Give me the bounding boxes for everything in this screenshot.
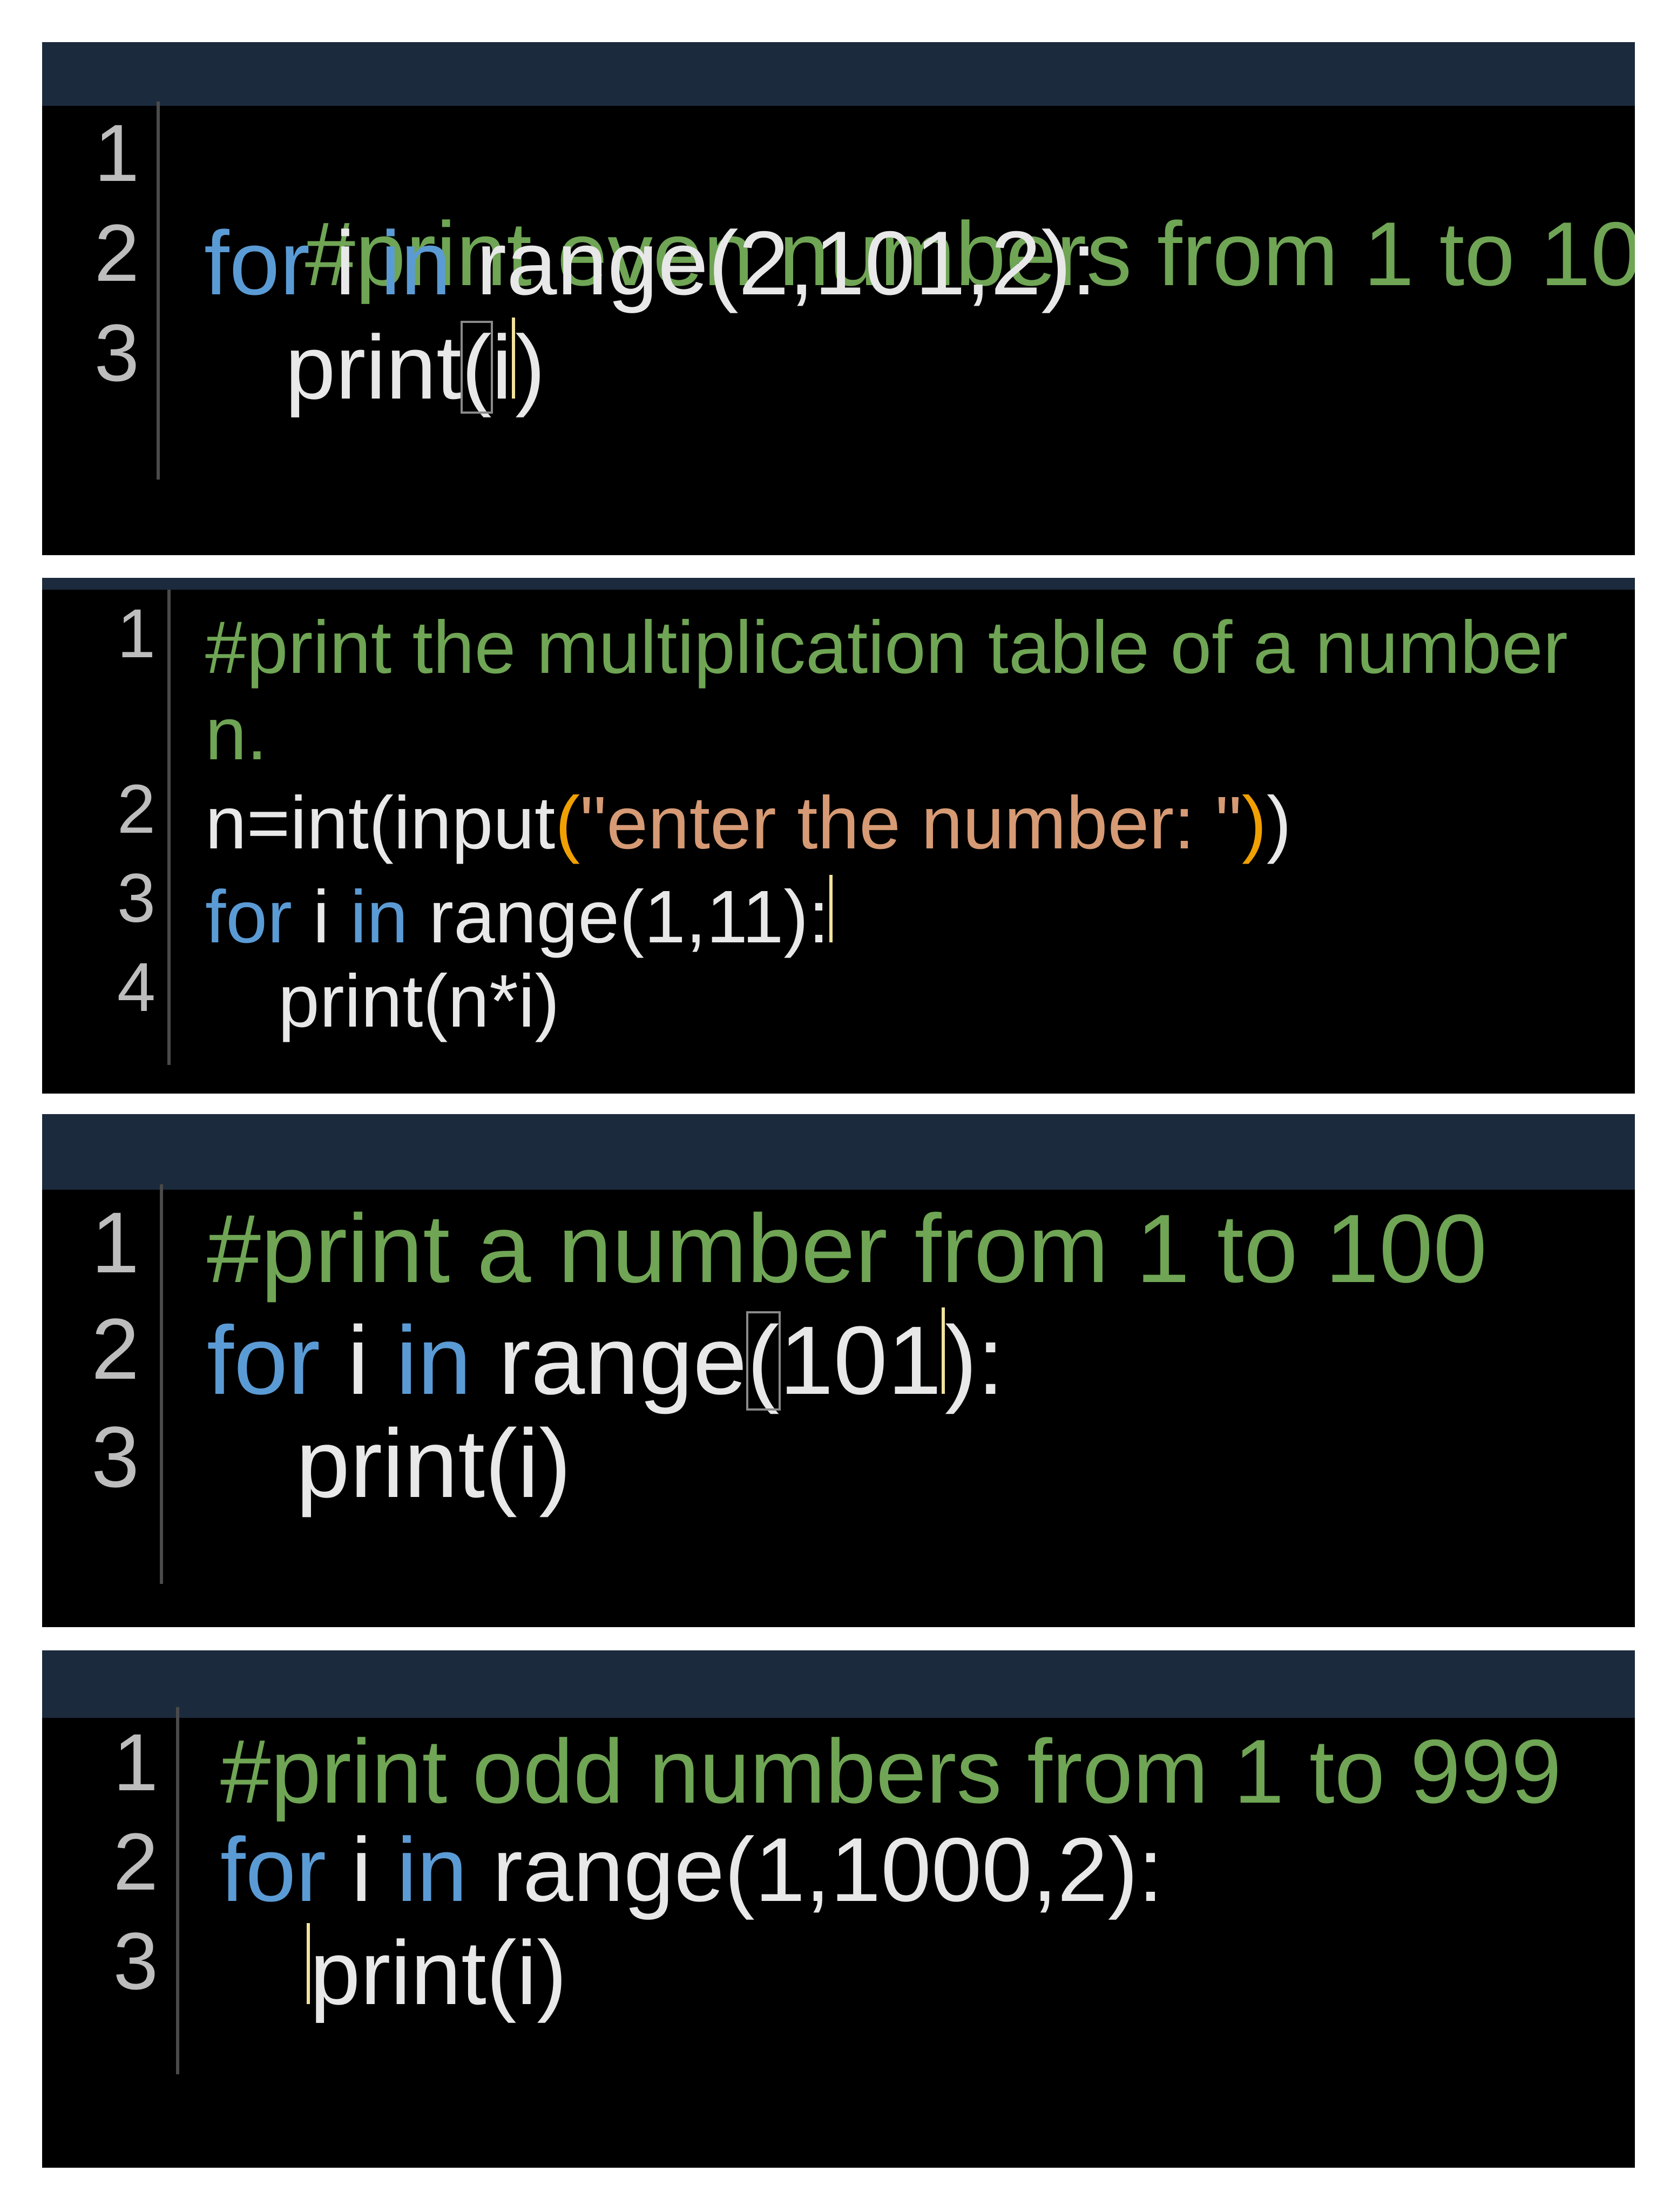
range-call-text: range [471, 1306, 747, 1415]
code-line-2[interactable]: for i in range(2,101,2): [204, 218, 1097, 308]
print-call-text: print(i) [310, 1922, 567, 2024]
line-number: 3 [113, 1916, 158, 2006]
gutter-divider [176, 1707, 179, 2074]
keyword-for: for [204, 212, 310, 314]
comment-text: #print a number from 1 to 100 [207, 1195, 1487, 1303]
editor-top-bar [42, 578, 1635, 590]
assignment-text: n=int(input [205, 781, 556, 865]
range-call-text: range(1,11): [408, 875, 829, 959]
line-number: 1 [117, 595, 155, 672]
code-line-2[interactable]: for i in range(101): [207, 1306, 1004, 1415]
line-number: 1 [94, 107, 139, 198]
code-line-3[interactable]: print(i) [307, 1923, 567, 2018]
variable-text: i [310, 212, 381, 314]
keyword-for: for [207, 1306, 321, 1415]
editor-top-bar [42, 1650, 1635, 1718]
line-number: 2 [113, 1816, 158, 1907]
line-number: 2 [117, 771, 155, 848]
code-line-3[interactable]: print(i) [296, 1415, 571, 1513]
print-call-text: print(i) [296, 1410, 572, 1518]
range-call-text: range(1,1000,2): [467, 1819, 1164, 1920]
comment-text-wrap: n. [205, 692, 268, 775]
code-editor-panel-4: 1 2 3 #print odd numbers from 1 to 999 f… [42, 1650, 1635, 2168]
highlighted-paren: ( [555, 781, 580, 865]
gutter-divider [167, 590, 171, 1065]
line-number: 1 [113, 1717, 158, 1808]
code-line-1-wrap[interactable]: n. [205, 697, 267, 771]
print-call-text: print [285, 316, 462, 418]
code-line-2[interactable]: for i in range(1,1000,2): [220, 1824, 1163, 1915]
line-number: 2 [91, 1300, 139, 1397]
line-number: 1 [91, 1194, 139, 1291]
closing-paren: ) [1266, 781, 1291, 865]
closing-paren: ) [515, 316, 546, 418]
variable-text: i [292, 875, 350, 959]
keyword-in: in [350, 875, 408, 959]
line-number: 2 [94, 207, 139, 298]
code-line-1[interactable]: #print the multiplication table of a num… [205, 610, 1568, 685]
comment-text: #print odd numbers from 1 to 999 [220, 1721, 1562, 1822]
argument-text: i [491, 316, 512, 418]
closing-paren: ): [944, 1306, 1004, 1415]
comment-text: #print the multiplication table of a num… [205, 606, 1568, 689]
line-number: 4 [117, 949, 155, 1026]
line-number: 3 [117, 860, 155, 937]
code-line-3[interactable]: for i in range(1,11): [205, 875, 833, 954]
code-line-1[interactable]: #print odd numbers from 1 to 999 [220, 1726, 1561, 1817]
code-editor-panel-2: 1 2 3 4 #print the multiplication table … [42, 578, 1635, 1094]
matched-bracket-highlight: ( [746, 1306, 781, 1415]
code-editor-panel-1: 1 2 3 #print even numbers from 1 to 100 … [42, 42, 1635, 555]
keyword-in: in [380, 212, 451, 314]
keyword-in: in [396, 1819, 468, 1920]
matched-bracket-highlight: ( [460, 316, 493, 418]
keyword-for: for [205, 875, 293, 959]
code-editor-panel-3: 1 2 3 #print a number from 1 to 100 for … [42, 1114, 1635, 1627]
code-line-3[interactable]: print(i) [285, 316, 545, 418]
text-cursor [829, 875, 833, 942]
gutter-divider [157, 102, 160, 480]
code-line-4[interactable]: print(n*i) [278, 964, 559, 1038]
line-number: 3 [91, 1408, 139, 1505]
variable-text: i [326, 1819, 397, 1920]
code-line-1[interactable]: #print a number from 1 to 100 [207, 1201, 1487, 1298]
keyword-in: in [396, 1306, 472, 1415]
variable-text: i [320, 1306, 396, 1415]
print-call-text: print(n*i) [278, 960, 560, 1043]
keyword-for: for [220, 1819, 327, 1920]
gutter-divider [160, 1184, 163, 1584]
highlighted-paren: ) [1241, 781, 1267, 865]
line-number: 3 [94, 307, 139, 398]
editor-top-bar [42, 42, 1635, 106]
editor-top-bar [42, 1114, 1635, 1190]
range-call-text: range(2,101,2): [451, 212, 1097, 314]
string-literal: "enter the number: " [580, 781, 1242, 865]
code-line-2[interactable]: n=int(input("enter the number: ")) [205, 786, 1291, 860]
argument-text: 101 [779, 1306, 942, 1415]
